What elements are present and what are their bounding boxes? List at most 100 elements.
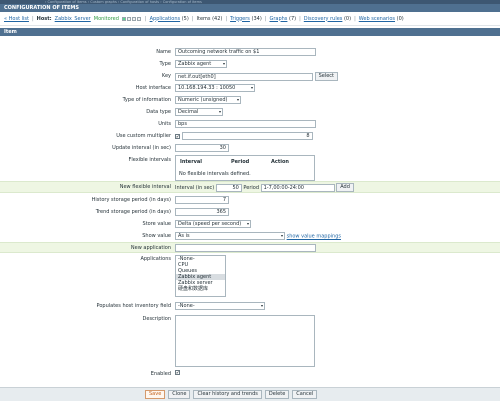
web-scenarios-link[interactable]: Web scenarios	[359, 16, 395, 22]
applications-row: Applications -None- CPU Queues Zabbix ag…	[0, 254, 500, 298]
web-count: (0)	[396, 15, 404, 22]
items-count: (42)	[212, 15, 223, 22]
jmx-availability-icon	[131, 16, 136, 21]
ipmi-availability-icon	[136, 16, 141, 21]
name-input[interactable]: Outcoming network traffic on $1	[175, 48, 316, 56]
availability-badges	[121, 16, 142, 21]
section-title: Item	[0, 28, 500, 36]
host-interface-select[interactable]: 10.168.194.33 : 10050 ▾	[175, 84, 255, 92]
update-interval-input[interactable]: 30	[175, 144, 229, 152]
add-flexible-interval-button[interactable]: Add	[336, 183, 354, 192]
store-value-select[interactable]: Delta (speed per second) ▾	[175, 220, 251, 228]
period-label: Period	[243, 185, 259, 191]
key-label: Key	[161, 73, 171, 79]
history-input[interactable]: 7	[175, 196, 229, 204]
new-flexible-interval-label: New flexible interval	[119, 184, 171, 190]
triggers-count: (34)	[251, 15, 262, 22]
new-interval-input[interactable]: 50	[215, 183, 242, 192]
type-select[interactable]: Zabbix agent ▾	[175, 60, 227, 68]
trends-label: Trend storage period (in days)	[95, 209, 171, 215]
host-name-link[interactable]: Zabbix_Server	[55, 16, 91, 22]
applications-nav[interactable]: Applications (5)	[150, 16, 189, 22]
host-interface-label: Host interface	[135, 85, 171, 91]
store-value-row: Store value Delta (speed per second) ▾	[0, 219, 500, 229]
clear-history-button[interactable]: Clear history and trends	[193, 390, 262, 399]
discovery-rules-link[interactable]: Discovery rules	[304, 16, 343, 22]
name-row: Name Outcoming network traffic on $1	[0, 47, 500, 57]
separator: |	[31, 15, 34, 22]
show-value-select[interactable]: As is ▾	[175, 232, 285, 240]
data-type-select[interactable]: Decimal ▾	[175, 108, 223, 116]
interval-in-sec-label: Interval (in sec)	[175, 185, 215, 191]
custom-multiplier-row: Use custom multiplier ✔ 8	[0, 131, 500, 141]
save-button[interactable]: Save	[145, 390, 166, 399]
new-application-label: New application	[130, 245, 171, 251]
applications-label: Applications	[140, 256, 171, 262]
inventory-select[interactable]: -None- ▾	[175, 302, 265, 310]
flexible-intervals-table: Interval Period Action No flexible inter…	[175, 155, 315, 181]
interval-column-header: Interval	[180, 159, 203, 165]
trends-input[interactable]: 365	[175, 208, 229, 216]
items-nav[interactable]: Items (42)	[197, 16, 223, 22]
key-input[interactable]: net.if.out[eth0]	[175, 72, 313, 81]
key-select-button[interactable]: Select	[314, 72, 339, 81]
units-input[interactable]: bps	[175, 120, 316, 128]
units-row: Units bps	[0, 119, 500, 129]
new-application-input[interactable]	[175, 244, 316, 252]
type-select-value: Zabbix agent	[178, 61, 212, 67]
type-row: Type Zabbix agent ▾	[0, 59, 500, 69]
host-list-link[interactable]: « Host list	[4, 16, 29, 22]
applications-count: (5)	[181, 15, 189, 22]
no-flexible-intervals-text: No flexible intervals defined.	[179, 171, 251, 177]
separator: |	[354, 15, 356, 22]
action-column-header: Action	[271, 159, 289, 165]
store-value-label: Store value	[142, 221, 171, 227]
host-interface-row: Host interface 10.168.194.33 : 10050 ▾	[0, 83, 500, 93]
host-label: Host:	[36, 15, 52, 22]
enabled-checkbox[interactable]: ✔	[175, 370, 180, 375]
chevron-down-icon: ▾	[280, 233, 283, 238]
host-bar: « Host list | Host: Zabbix_Server Monito…	[0, 12, 500, 26]
type-of-information-row: Type of information Numeric (unsigned) ▾	[0, 95, 500, 105]
clone-button[interactable]: Clone	[168, 390, 191, 399]
chevron-down-icon: ▾	[218, 109, 221, 114]
cancel-button[interactable]: Cancel	[292, 390, 318, 399]
applications-link[interactable]: Applications	[150, 16, 181, 22]
discovery-count: (0)	[343, 15, 352, 22]
chevron-down-icon: ▾	[222, 61, 225, 66]
period-input[interactable]: 1-7,00:00-24:00	[260, 183, 335, 192]
graphs-nav[interactable]: Graphs (7)	[269, 16, 296, 22]
host-status: Monitored	[93, 15, 119, 22]
history-row: History storage period (in days) 7	[0, 195, 500, 205]
show-value-label: Show value	[142, 233, 171, 239]
show-value-mappings-link[interactable]: show value mappings	[287, 234, 341, 240]
form-footer: Save Clone Clear history and trends Dele…	[0, 387, 500, 401]
chevron-down-icon: ▾	[236, 97, 239, 102]
items-link[interactable]: Items	[197, 16, 211, 22]
discovery-nav[interactable]: Discovery rules (0)	[304, 16, 351, 22]
chevron-down-icon: ▾	[246, 221, 249, 226]
zbx-availability-icon	[121, 16, 126, 21]
update-interval-row: Update interval (in sec) 30	[0, 143, 500, 153]
custom-multiplier-input[interactable]: 8	[181, 132, 313, 140]
history-label: History storage period (in days)	[91, 197, 171, 203]
type-label: Type	[159, 61, 171, 67]
show-value-row: Show value As is ▾ show value mappings	[0, 231, 500, 241]
separator: |	[225, 15, 228, 22]
page-title: CONFIGURATION OF ITEMS	[0, 4, 500, 12]
show-value-value: As is	[178, 233, 190, 239]
delete-button[interactable]: Delete	[264, 390, 290, 399]
triggers-link[interactable]: Triggers	[230, 16, 250, 22]
applications-listbox[interactable]: -None- CPU Queues Zabbix agent Zabbix se…	[175, 255, 226, 297]
data-type-label: Data type	[146, 109, 171, 115]
web-nav[interactable]: Web scenarios (0)	[359, 16, 404, 22]
type-of-information-select[interactable]: Numeric (unsigned) ▾	[175, 96, 241, 104]
separator: |	[299, 15, 301, 22]
description-textarea[interactable]	[175, 315, 315, 367]
graphs-link[interactable]: Graphs	[269, 16, 287, 22]
custom-multiplier-checkbox[interactable]: ✔	[175, 133, 180, 139]
description-label: Description	[142, 316, 171, 322]
application-option[interactable]: 硬盘和数据库	[176, 286, 225, 292]
triggers-nav[interactable]: Triggers (34)	[230, 16, 262, 22]
enabled-label: Enabled	[150, 371, 171, 377]
